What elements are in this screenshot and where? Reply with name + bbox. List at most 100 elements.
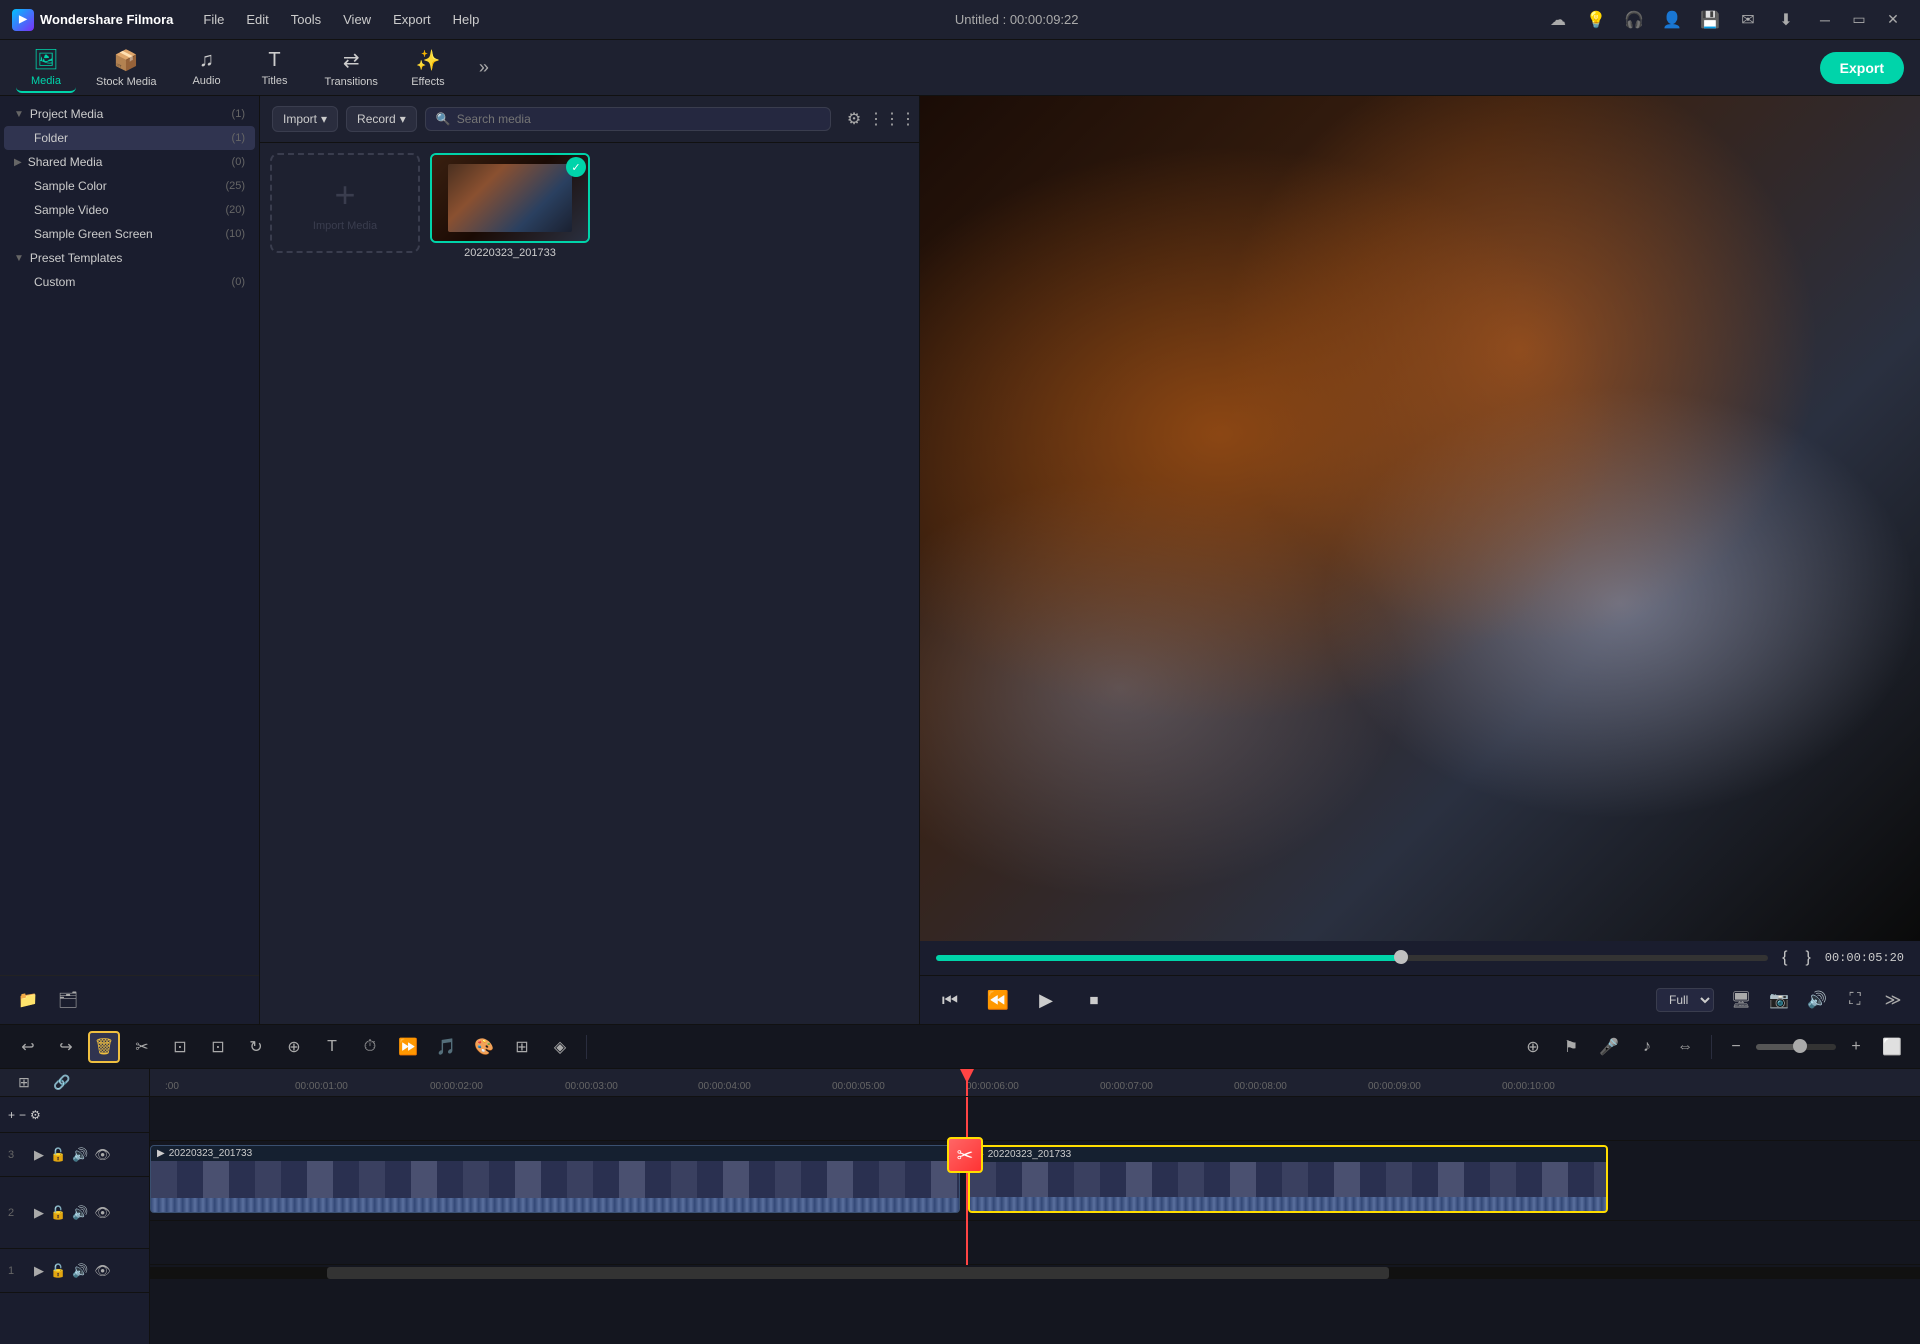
- menu-file[interactable]: File: [193, 8, 234, 31]
- out-point-button[interactable]: }: [1801, 947, 1814, 969]
- effects-tab[interactable]: ✨ Effects: [398, 44, 458, 92]
- close-button[interactable]: ✕: [1878, 5, 1908, 35]
- mic-button[interactable]: 🎤: [1593, 1031, 1625, 1063]
- shared-media-item[interactable]: ▶ Shared Media (0): [4, 150, 255, 174]
- fit-button[interactable]: ⇔: [1669, 1031, 1701, 1063]
- headphones-icon[interactable]: 🎧: [1620, 6, 1648, 34]
- screenshot-icon[interactable]: 📷: [1764, 985, 1794, 1015]
- video-clip-1[interactable]: ▶ 20220323_201733: [150, 1145, 960, 1213]
- download-icon[interactable]: ⬇: [1772, 6, 1800, 34]
- track1-lock-icon[interactable]: 🔓: [50, 1263, 66, 1279]
- mirror-button[interactable]: ⊕: [278, 1031, 310, 1063]
- preset-templates-item[interactable]: ▼ Preset Templates: [4, 246, 255, 270]
- cloud-icon[interactable]: ☁: [1544, 6, 1572, 34]
- custom-item[interactable]: Custom (0): [4, 270, 255, 294]
- add-track-button[interactable]: +: [8, 1108, 15, 1122]
- track1-play-icon[interactable]: ▶: [34, 1263, 44, 1279]
- menu-help[interactable]: Help: [443, 8, 490, 31]
- redo-button[interactable]: ↪: [50, 1031, 82, 1063]
- project-media-item[interactable]: ▼ Project Media (1): [4, 102, 255, 126]
- stock-media-tab[interactable]: 📦 Stock Media: [84, 44, 169, 92]
- minimize-button[interactable]: ─: [1810, 5, 1840, 35]
- sample-color-item[interactable]: Sample Color (25): [4, 174, 255, 198]
- grid-view-button[interactable]: ⋮⋮⋮: [877, 104, 907, 134]
- timeline-scrollbar[interactable]: [150, 1267, 1920, 1279]
- import-button[interactable]: Import ▾: [272, 106, 338, 132]
- stop-button[interactable]: ⏹: [1076, 982, 1112, 1018]
- transitions-tab[interactable]: ⇄ Transitions: [313, 44, 390, 92]
- fit-timeline-button[interactable]: ⬜: [1876, 1031, 1908, 1063]
- color-button[interactable]: 🎨: [468, 1031, 500, 1063]
- search-input[interactable]: [457, 112, 820, 126]
- progress-thumb[interactable]: [1394, 950, 1408, 964]
- in-point-button[interactable]: {: [1778, 947, 1791, 969]
- text-button[interactable]: T: [316, 1031, 348, 1063]
- track1-eye-icon[interactable]: 👁: [94, 1263, 111, 1279]
- maximize-button[interactable]: ▭: [1844, 5, 1874, 35]
- timer-button[interactable]: ⏱: [354, 1031, 386, 1063]
- step-back-button[interactable]: ⏪: [980, 982, 1016, 1018]
- play-button[interactable]: ▶: [1028, 982, 1064, 1018]
- audio-tab[interactable]: ♫ Audio: [177, 45, 237, 91]
- settings-track-button[interactable]: ⚙: [30, 1108, 41, 1122]
- export-button[interactable]: Export: [1820, 52, 1904, 84]
- video-clip-2[interactable]: ▶ 20220323_201733: [968, 1145, 1608, 1213]
- marker-button[interactable]: ⚑: [1555, 1031, 1587, 1063]
- rotate-button[interactable]: ↻: [240, 1031, 272, 1063]
- track3-play-icon[interactable]: ▶: [34, 1147, 44, 1163]
- stabilize-button[interactable]: ⊞: [506, 1031, 538, 1063]
- record-dropdown-arrow[interactable]: ▾: [400, 112, 406, 126]
- screen-icon[interactable]: 🖥: [1726, 985, 1756, 1015]
- mail-icon[interactable]: ✉: [1734, 6, 1762, 34]
- import-placeholder[interactable]: + Import Media: [270, 153, 420, 253]
- music-button[interactable]: ♪: [1631, 1031, 1663, 1063]
- add-video-track[interactable]: ⊞: [8, 1069, 40, 1099]
- record-button[interactable]: Record ▾: [346, 106, 417, 132]
- track2-lock-icon[interactable]: 🔓: [50, 1205, 66, 1221]
- track2-eye-icon[interactable]: 👁: [94, 1205, 111, 1221]
- zoom-slider[interactable]: [1756, 1044, 1836, 1050]
- delete-button[interactable]: 🗑: [88, 1031, 120, 1063]
- track3-lock-icon[interactable]: 🔓: [50, 1147, 66, 1163]
- media-thumbnail[interactable]: ✓ 20220323_201733: [430, 153, 590, 259]
- menu-tools[interactable]: Tools: [281, 8, 331, 31]
- fullscreen-icon[interactable]: ⛶: [1840, 985, 1870, 1015]
- audio-vol-icon[interactable]: 🔊: [1802, 985, 1832, 1015]
- new-folder-button[interactable]: 📁: [12, 984, 44, 1016]
- progress-bar[interactable]: [936, 955, 1768, 961]
- import-dropdown-arrow[interactable]: ▾: [321, 112, 327, 126]
- delete-folder-button[interactable]: 🗂: [52, 984, 84, 1016]
- link-button[interactable]: 🔗: [46, 1069, 78, 1099]
- scroll-thumb[interactable]: [327, 1267, 1389, 1279]
- track2-play-icon[interactable]: ▶: [34, 1205, 44, 1221]
- zoom-in-button[interactable]: +: [1842, 1033, 1870, 1061]
- undo-button[interactable]: ↩: [12, 1031, 44, 1063]
- sample-green-screen-item[interactable]: Sample Green Screen (10): [4, 222, 255, 246]
- skip-back-button[interactable]: ⏮: [932, 982, 968, 1018]
- search-box[interactable]: 🔍: [425, 107, 831, 131]
- titles-tab[interactable]: T Titles: [245, 45, 305, 91]
- track1-audio-icon[interactable]: 🔊: [72, 1263, 88, 1279]
- sample-video-item[interactable]: Sample Video (20): [4, 198, 255, 222]
- more-tools-button[interactable]: »: [466, 50, 502, 86]
- folder-item[interactable]: Folder (1): [4, 126, 255, 150]
- quality-select[interactable]: Full: [1656, 988, 1714, 1012]
- zoom-out-button[interactable]: −: [1722, 1033, 1750, 1061]
- track3-audio-icon[interactable]: 🔊: [72, 1147, 88, 1163]
- crop-button[interactable]: ⊡: [164, 1031, 196, 1063]
- track2-audio-icon[interactable]: 🔊: [72, 1205, 88, 1221]
- zoom-thumb[interactable]: [1793, 1039, 1807, 1053]
- remove-track-button[interactable]: −: [19, 1108, 26, 1122]
- media-tab[interactable]: 🖼 Media: [16, 43, 76, 93]
- transition-button[interactable]: ◈: [544, 1031, 576, 1063]
- more-icon[interactable]: ≫: [1878, 985, 1908, 1015]
- bulb-icon[interactable]: 💡: [1582, 6, 1610, 34]
- cut-button[interactable]: ✂: [126, 1031, 158, 1063]
- trim-button[interactable]: ⊡: [202, 1031, 234, 1063]
- snap-button[interactable]: ⊕: [1517, 1031, 1549, 1063]
- audio-button[interactable]: 🎵: [430, 1031, 462, 1063]
- save-icon[interactable]: 💾: [1696, 6, 1724, 34]
- filter-button[interactable]: ⚙: [839, 104, 869, 134]
- menu-view[interactable]: View: [333, 8, 381, 31]
- menu-edit[interactable]: Edit: [236, 8, 278, 31]
